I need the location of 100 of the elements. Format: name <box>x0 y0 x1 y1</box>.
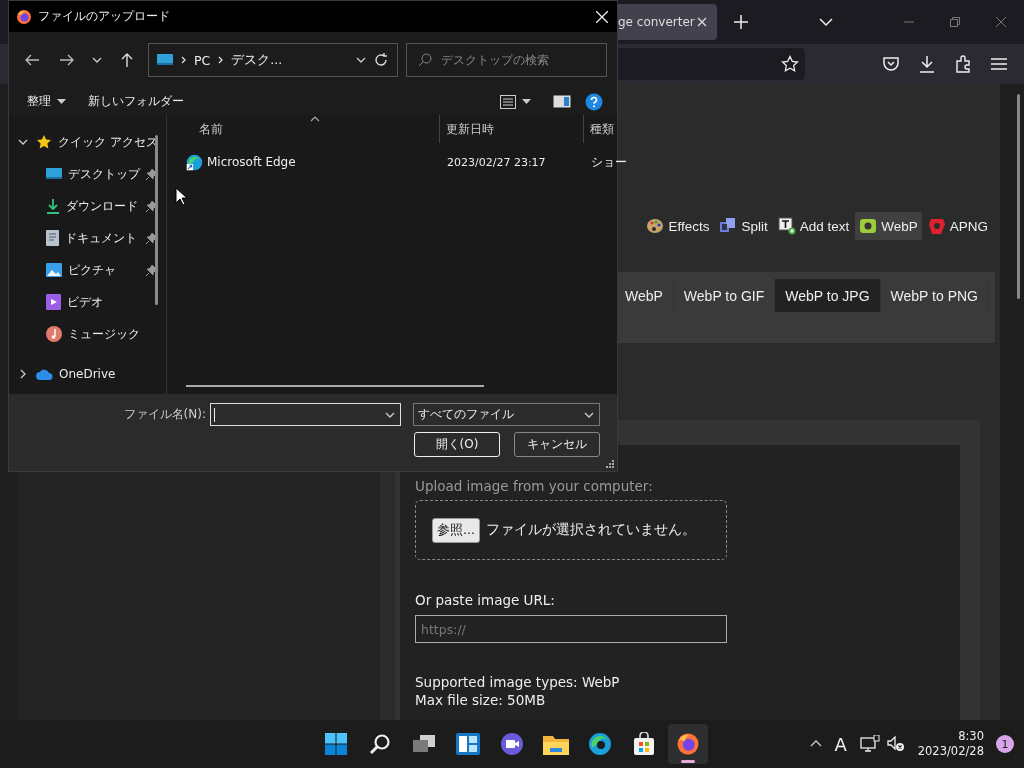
download-icon <box>918 55 936 73</box>
scrollbar[interactable] <box>186 385 484 387</box>
tree-label: ダウンロード <box>66 197 138 215</box>
menu-icon <box>991 57 1007 71</box>
tree-label: デスクトップ <box>68 165 140 183</box>
file-date: 2023/02/27 23:17 <box>446 155 547 169</box>
tree-label: OneDrive <box>59 367 116 381</box>
windows-logo-icon <box>324 732 348 756</box>
notification-badge[interactable]: 1 <box>996 735 1014 753</box>
document-icon <box>46 230 59 246</box>
restore-icon <box>950 17 960 27</box>
file-type: ショー <box>590 153 627 171</box>
breadcrumb[interactable]: デスク... <box>231 51 283 69</box>
cloud-icon <box>36 368 53 380</box>
file-drop-zone[interactable]: 参照... ファイルが選択されていません。 <box>415 500 727 560</box>
tool-tab[interactable]: WebP to PNG <box>880 279 989 312</box>
chat-icon <box>500 732 524 756</box>
dialog-button[interactable]: キャンセル <box>514 432 600 457</box>
file-status: ファイルが選択されていません。 <box>485 521 696 539</box>
tree-item[interactable]: OneDrive <box>9 358 175 390</box>
browse-button[interactable]: 参照... <box>432 517 480 543</box>
organize-button[interactable]: 整理 <box>19 89 74 114</box>
search-icon <box>369 733 391 755</box>
firefox-icon <box>16 8 32 25</box>
help-icon[interactable] <box>585 92 603 111</box>
tree-item[interactable]: ダウンロード <box>9 190 175 222</box>
nav-item[interactable]: Effects <box>642 212 714 240</box>
breadcrumb[interactable]: PC <box>194 52 211 68</box>
arrow-up-icon <box>121 53 133 67</box>
sort-caret-icon <box>310 115 320 122</box>
search-field[interactable]: デスクトップの検索 <box>406 43 607 77</box>
file-name-field[interactable] <box>210 403 401 426</box>
video-icon <box>46 294 61 310</box>
arrow-right-icon <box>60 54 74 66</box>
chevron-right-icon <box>181 56 186 64</box>
task-view-icon <box>412 734 436 754</box>
arrow-left-icon <box>25 54 39 66</box>
close-icon[interactable] <box>697 17 707 27</box>
star-icon <box>36 134 52 150</box>
widgets-icon <box>456 733 480 755</box>
tab-title: ge converter <box>618 15 695 29</box>
star-icon[interactable] <box>781 55 799 73</box>
nav-item[interactable]: Add text <box>773 212 854 240</box>
mouse-cursor-icon <box>175 187 187 206</box>
chevron-right-icon <box>218 56 224 64</box>
preview-pane-icon[interactable] <box>553 95 571 108</box>
nav-item[interactable]: APNG <box>923 212 992 240</box>
network-icon[interactable] <box>859 735 880 753</box>
scrollbar[interactable] <box>155 135 158 305</box>
dialog-title: ファイルのアップロード <box>38 8 170 25</box>
firefox-icon <box>676 732 700 756</box>
scrollbar[interactable] <box>1017 94 1020 299</box>
dialog-button[interactable]: 開く(O) <box>414 432 500 457</box>
address-bar[interactable]: PC デスク... <box>148 43 398 77</box>
new-folder-button[interactable]: 新しいフォルダー <box>80 89 192 114</box>
close-icon <box>996 17 1006 27</box>
file-name-label: ファイル名(N): <box>123 406 206 423</box>
url-field[interactable]: https:// <box>415 615 727 643</box>
edge-shortcut-icon <box>186 153 203 171</box>
resize-grip-icon[interactable] <box>606 460 614 468</box>
column-header[interactable]: 名前 <box>167 115 440 143</box>
active-indicator <box>681 760 695 763</box>
download-icon <box>46 198 60 214</box>
desktop-icon <box>157 53 173 67</box>
info-text: Supported image types: WebP <box>415 674 620 690</box>
palette-icon <box>646 217 665 235</box>
tree-label: ピクチャ <box>68 261 116 279</box>
file-type-dropdown[interactable]: すべてのファイル <box>413 403 600 426</box>
apng-icon <box>927 217 946 235</box>
music-icon <box>46 326 62 342</box>
refresh-icon[interactable] <box>373 52 389 68</box>
input-mode-indicator[interactable]: A <box>827 733 854 755</box>
upload-label: Upload image from your computer: <box>415 478 653 494</box>
speaker-muted-icon[interactable] <box>885 735 906 753</box>
tool-tab[interactable]: WebP to JPG <box>775 279 881 312</box>
nav-item[interactable]: WebP <box>855 212 922 240</box>
column-header[interactable]: 種類 <box>584 115 614 143</box>
caret-icon <box>57 98 66 105</box>
nav-item[interactable]: Split <box>715 212 772 240</box>
taskbar-button[interactable] <box>668 724 708 764</box>
picture-icon <box>46 263 62 277</box>
tree-item[interactable]: ビデオ <box>9 286 175 318</box>
clock[interactable]: 8:30 2023/02/28 <box>917 729 984 759</box>
webp-icon <box>859 217 878 235</box>
tree-label: ドキュメント <box>65 229 137 247</box>
puzzle-icon <box>954 55 972 73</box>
film-icon <box>719 217 738 235</box>
store-icon <box>632 732 656 756</box>
folder-icon <box>543 733 569 755</box>
desktop-icon <box>46 167 62 181</box>
column-header[interactable]: 更新日時 <box>440 115 584 143</box>
chevron-down-icon <box>819 15 833 29</box>
tree-label: ビデオ <box>67 293 103 311</box>
text-add-icon <box>777 217 796 235</box>
clock-date: 2023/02/28 <box>917 744 984 759</box>
url-label: Or paste image URL: <box>415 592 555 608</box>
plus-icon <box>734 15 748 29</box>
pocket-icon <box>882 56 900 72</box>
tree-item[interactable]: ミュージック <box>9 318 175 350</box>
edge-icon <box>588 732 612 756</box>
